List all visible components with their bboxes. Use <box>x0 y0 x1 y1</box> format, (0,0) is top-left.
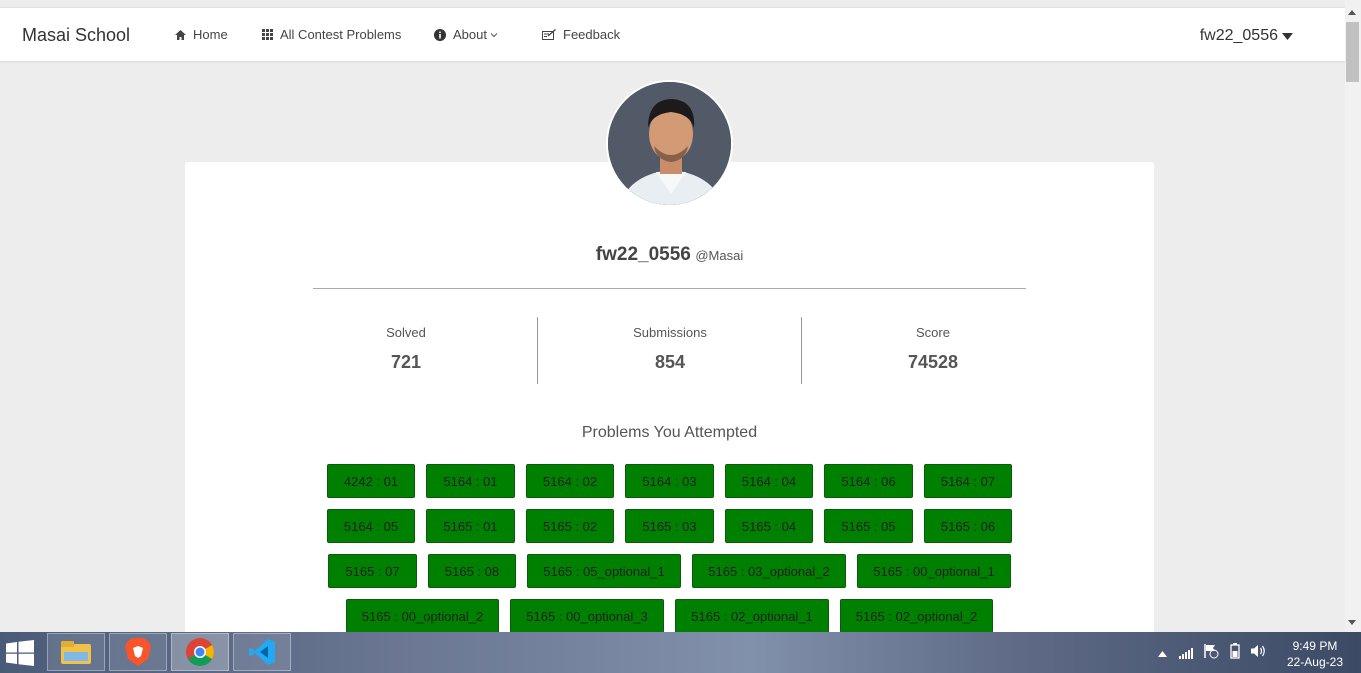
problem-button[interactable]: 5164 : 02 <box>526 464 614 498</box>
scroll-down-arrow-icon[interactable] <box>1348 620 1356 625</box>
problem-button[interactable]: 5165 : 05_optional_1 <box>527 554 681 588</box>
problem-button[interactable]: 5165 : 02_optional_2 <box>840 599 993 633</box>
stat-label: Submissions <box>633 325 707 340</box>
action-center-flag-icon[interactable] <box>1203 643 1219 664</box>
nav-home[interactable]: Home <box>175 27 228 42</box>
problem-button[interactable]: 5165 : 00_optional_3 <box>510 599 664 633</box>
nav-contests-label: All Contest Problems <box>280 27 402 42</box>
chevron-down-icon <box>490 32 498 38</box>
file-explorer-icon[interactable] <box>47 633 105 671</box>
profile-username: fw22_0556 <box>595 244 691 265</box>
brave-browser-icon[interactable] <box>109 633 167 671</box>
problem-button[interactable]: 5165 : 00_optional_2 <box>346 599 499 633</box>
problems-section-title: Problems You Attempted <box>581 424 758 441</box>
vscode-icon[interactable] <box>233 633 291 671</box>
feedback-icon <box>542 29 556 40</box>
battery-icon[interactable] <box>1227 643 1243 664</box>
problem-button[interactable]: 5165 : 04 <box>725 509 813 543</box>
problem-button[interactable]: 5165 : 08 <box>428 554 516 588</box>
home-icon <box>175 29 186 40</box>
scroll-up-arrow-icon[interactable] <box>1348 10 1356 15</box>
nav-all-contest-problems[interactable]: All Contest Problems <box>262 27 401 42</box>
clock-time: 9:49 PM <box>1292 639 1338 653</box>
stat-separator <box>801 317 802 384</box>
nav-home-label: Home <box>193 27 228 42</box>
nav-feedback[interactable]: Feedback <box>542 27 620 42</box>
user-menu-label: fw22_0556 <box>1199 27 1278 44</box>
problem-button[interactable]: 5165 : 06 <box>924 509 1012 543</box>
problem-button[interactable]: 5165 : 07 <box>328 554 417 588</box>
stat-label: Score <box>916 325 950 340</box>
problem-button[interactable]: 5165 : 03 <box>625 509 714 543</box>
grid-icon <box>262 29 273 40</box>
tray-expand-icon[interactable] <box>1158 644 1167 662</box>
windows-taskbar: 9:49 PM 22-Aug-23 <box>0 632 1361 673</box>
clock-date: 22-Aug-23 <box>1286 655 1343 669</box>
taskbar-clock[interactable]: 9:49 PM 22-Aug-23 <box>1287 638 1343 670</box>
problem-button[interactable]: 4242 : 01 <box>327 464 415 498</box>
nav-about-label: About <box>453 27 487 42</box>
stat-separator <box>537 317 538 384</box>
problem-button[interactable]: 5165 : 02_optional_1 <box>675 599 829 633</box>
profile-divider <box>313 288 1026 289</box>
problem-button[interactable]: 5165 : 02 <box>526 509 614 543</box>
problem-button[interactable]: 5164 : 04 <box>725 464 813 498</box>
problem-button[interactable]: 5164 : 01 <box>426 464 515 498</box>
network-signal-icon[interactable] <box>1179 646 1195 664</box>
stat-value: 854 <box>654 352 686 372</box>
problem-button[interactable]: 5165 : 05 <box>824 509 913 543</box>
problem-button[interactable]: 5164 : 07 <box>924 464 1012 498</box>
problem-button[interactable]: 5164 : 06 <box>824 464 913 498</box>
stat-score: Score 74528 <box>840 317 1026 384</box>
caret-down-icon <box>1282 27 1293 45</box>
profile-name-line: fw22_0556 @Masai <box>185 244 1154 266</box>
stat-label: Solved <box>386 325 426 340</box>
volume-icon[interactable] <box>1250 644 1266 663</box>
stat-solved: Solved 721 <box>313 317 499 384</box>
problem-button[interactable]: 5165 : 03_optional_2 <box>692 554 846 588</box>
avatar <box>606 80 733 207</box>
brand-logo[interactable]: Masai School <box>22 25 130 46</box>
problem-button[interactable]: 5165 : 01 <box>426 509 515 543</box>
windows-start-icon[interactable] <box>6 640 34 671</box>
user-menu-dropdown[interactable]: fw22_0556 <box>1200 27 1293 45</box>
problem-button[interactable]: 5165 : 00_optional_1 <box>857 554 1011 588</box>
nav-about-dropdown[interactable]: About <box>434 27 498 42</box>
chrome-browser-icon[interactable] <box>171 633 229 671</box>
stat-submissions: Submissions 854 <box>577 317 763 384</box>
scrollbar-thumb[interactable] <box>1346 22 1359 82</box>
stat-value: 74528 <box>907 352 959 372</box>
problem-button[interactable]: 5164 : 05 <box>327 509 415 543</box>
nav-feedback-label: Feedback <box>563 27 621 42</box>
stat-value: 721 <box>390 352 422 372</box>
problem-button[interactable]: 5164 : 03 <box>625 464 714 498</box>
page-scrollbar[interactable] <box>1345 0 1361 632</box>
top-navbar: Masai School Home All Contest Problems A… <box>0 7 1345 63</box>
info-icon <box>434 28 446 41</box>
profile-org: @Masai <box>695 248 744 263</box>
